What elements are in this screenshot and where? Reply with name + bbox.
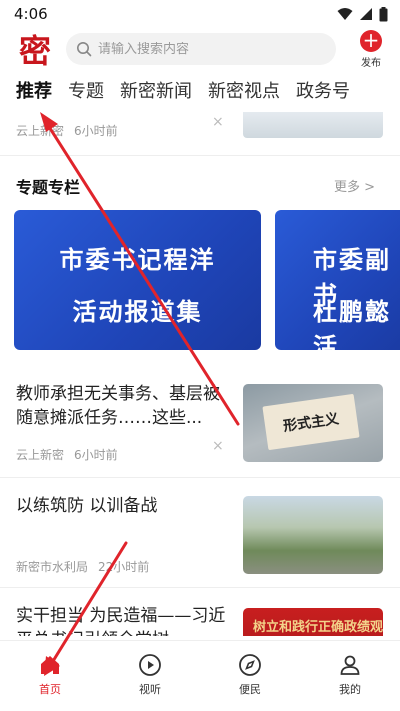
tab-xinmi-view[interactable]: 新密视点	[208, 77, 280, 103]
news-thumbnail: 树立和践行正确政绩观	[243, 608, 383, 636]
news-item[interactable]: 实干担当 为民造福——习近平总书记引领全党树... 树立和践行正确政绩观	[0, 588, 400, 636]
status-icons	[337, 6, 388, 22]
wifi-icon	[337, 8, 353, 20]
status-bar: 4:06	[0, 0, 400, 28]
user-icon	[340, 655, 360, 675]
tab-recommend[interactable]: 推荐	[16, 77, 52, 103]
nav-label: 视听	[139, 683, 161, 696]
item-time: 6小时前	[74, 124, 118, 138]
app-header: 密 + 发布	[0, 28, 400, 70]
thumbnail-caption: 形式主义	[262, 393, 360, 451]
banner-line: 活动报道集	[72, 297, 203, 326]
home-icon	[41, 656, 59, 674]
app-logo[interactable]: 密	[14, 28, 56, 70]
tab-topics[interactable]: 专题	[68, 77, 104, 103]
search-input[interactable]	[98, 41, 318, 57]
search-icon	[77, 42, 92, 57]
item-thumbnail	[243, 112, 383, 138]
news-meta: 云上新密 6小时前	[16, 446, 128, 463]
topic-banner[interactable]: 市委书记程洋 活动报道集	[14, 210, 261, 350]
publish-button[interactable]: + 发布	[354, 30, 388, 69]
news-time: 22小时前	[98, 560, 150, 574]
play-icon	[139, 654, 161, 676]
section-title: 专题专栏	[16, 178, 81, 197]
nav-media[interactable]: 视听	[100, 641, 200, 711]
news-title: 教师承担无关事务、基层被随意摊派任务……这些...	[16, 384, 220, 428]
topic-banner[interactable]: 市委副书 杜鹏懿活	[275, 210, 400, 350]
news-meta: 新密市水利局 22小时前	[16, 558, 159, 575]
banner-line: 市委书记程洋	[59, 245, 216, 274]
news-time: 6小时前	[74, 448, 118, 462]
compass-icon	[239, 654, 261, 676]
list-item[interactable]: 云上新密 6小时前 ×	[0, 112, 400, 156]
plus-icon: +	[360, 30, 382, 52]
item-source: 云上新密	[16, 124, 65, 138]
news-source: 新密市水利局	[16, 560, 89, 574]
more-link[interactable]: 更多 >	[334, 176, 375, 195]
signal-icon	[360, 8, 372, 20]
nav-home[interactable]: 首页	[0, 641, 100, 711]
dismiss-icon[interactable]: ×	[212, 114, 224, 130]
channel-tabs: 推荐 专题 新密新闻 新密视点 政务号	[0, 72, 400, 108]
nav-label: 便民	[239, 683, 261, 696]
news-source: 云上新密	[16, 448, 65, 462]
news-title: 以练筑防 以训备战	[16, 496, 158, 516]
battery-icon	[379, 6, 388, 21]
tab-gov-accounts[interactable]: 政务号	[296, 77, 350, 103]
tab-label: 推荐	[16, 81, 52, 102]
news-item[interactable]: 教师承担无关事务、基层被随意摊派任务……这些... 云上新密 6小时前 × 形式主…	[0, 368, 400, 478]
news-title: 实干担当 为民造福——习近平总书记引领全党树...	[16, 606, 226, 636]
nav-label: 首页	[39, 683, 61, 696]
thumbnail-caption: 树立和践行正确政绩观	[253, 620, 383, 635]
news-thumbnail	[243, 496, 383, 574]
status-time: 4:06	[14, 5, 48, 23]
item-meta: 云上新密 6小时前	[16, 122, 128, 139]
tab-xinmi-news[interactable]: 新密新闻	[120, 77, 192, 103]
news-item[interactable]: 以练筑防 以训备战 新密市水利局 22小时前	[0, 478, 400, 588]
dismiss-icon[interactable]: ×	[212, 438, 224, 454]
nav-profile[interactable]: 我的	[300, 641, 400, 711]
banner-line: 杜鹏懿活	[313, 297, 391, 350]
news-thumbnail: 形式主义	[243, 384, 383, 462]
news-feed[interactable]: 云上新密 6小时前 × 专题专栏 更多 > 市委书记程洋 活动报道集 市委副书 杜…	[0, 112, 400, 636]
nav-label: 我的	[339, 683, 361, 696]
publish-label: 发布	[361, 58, 381, 69]
bottom-navigation: 首页 视听 便民 我的	[0, 640, 400, 711]
nav-services[interactable]: 便民	[200, 641, 300, 711]
search-bar[interactable]	[66, 33, 336, 65]
